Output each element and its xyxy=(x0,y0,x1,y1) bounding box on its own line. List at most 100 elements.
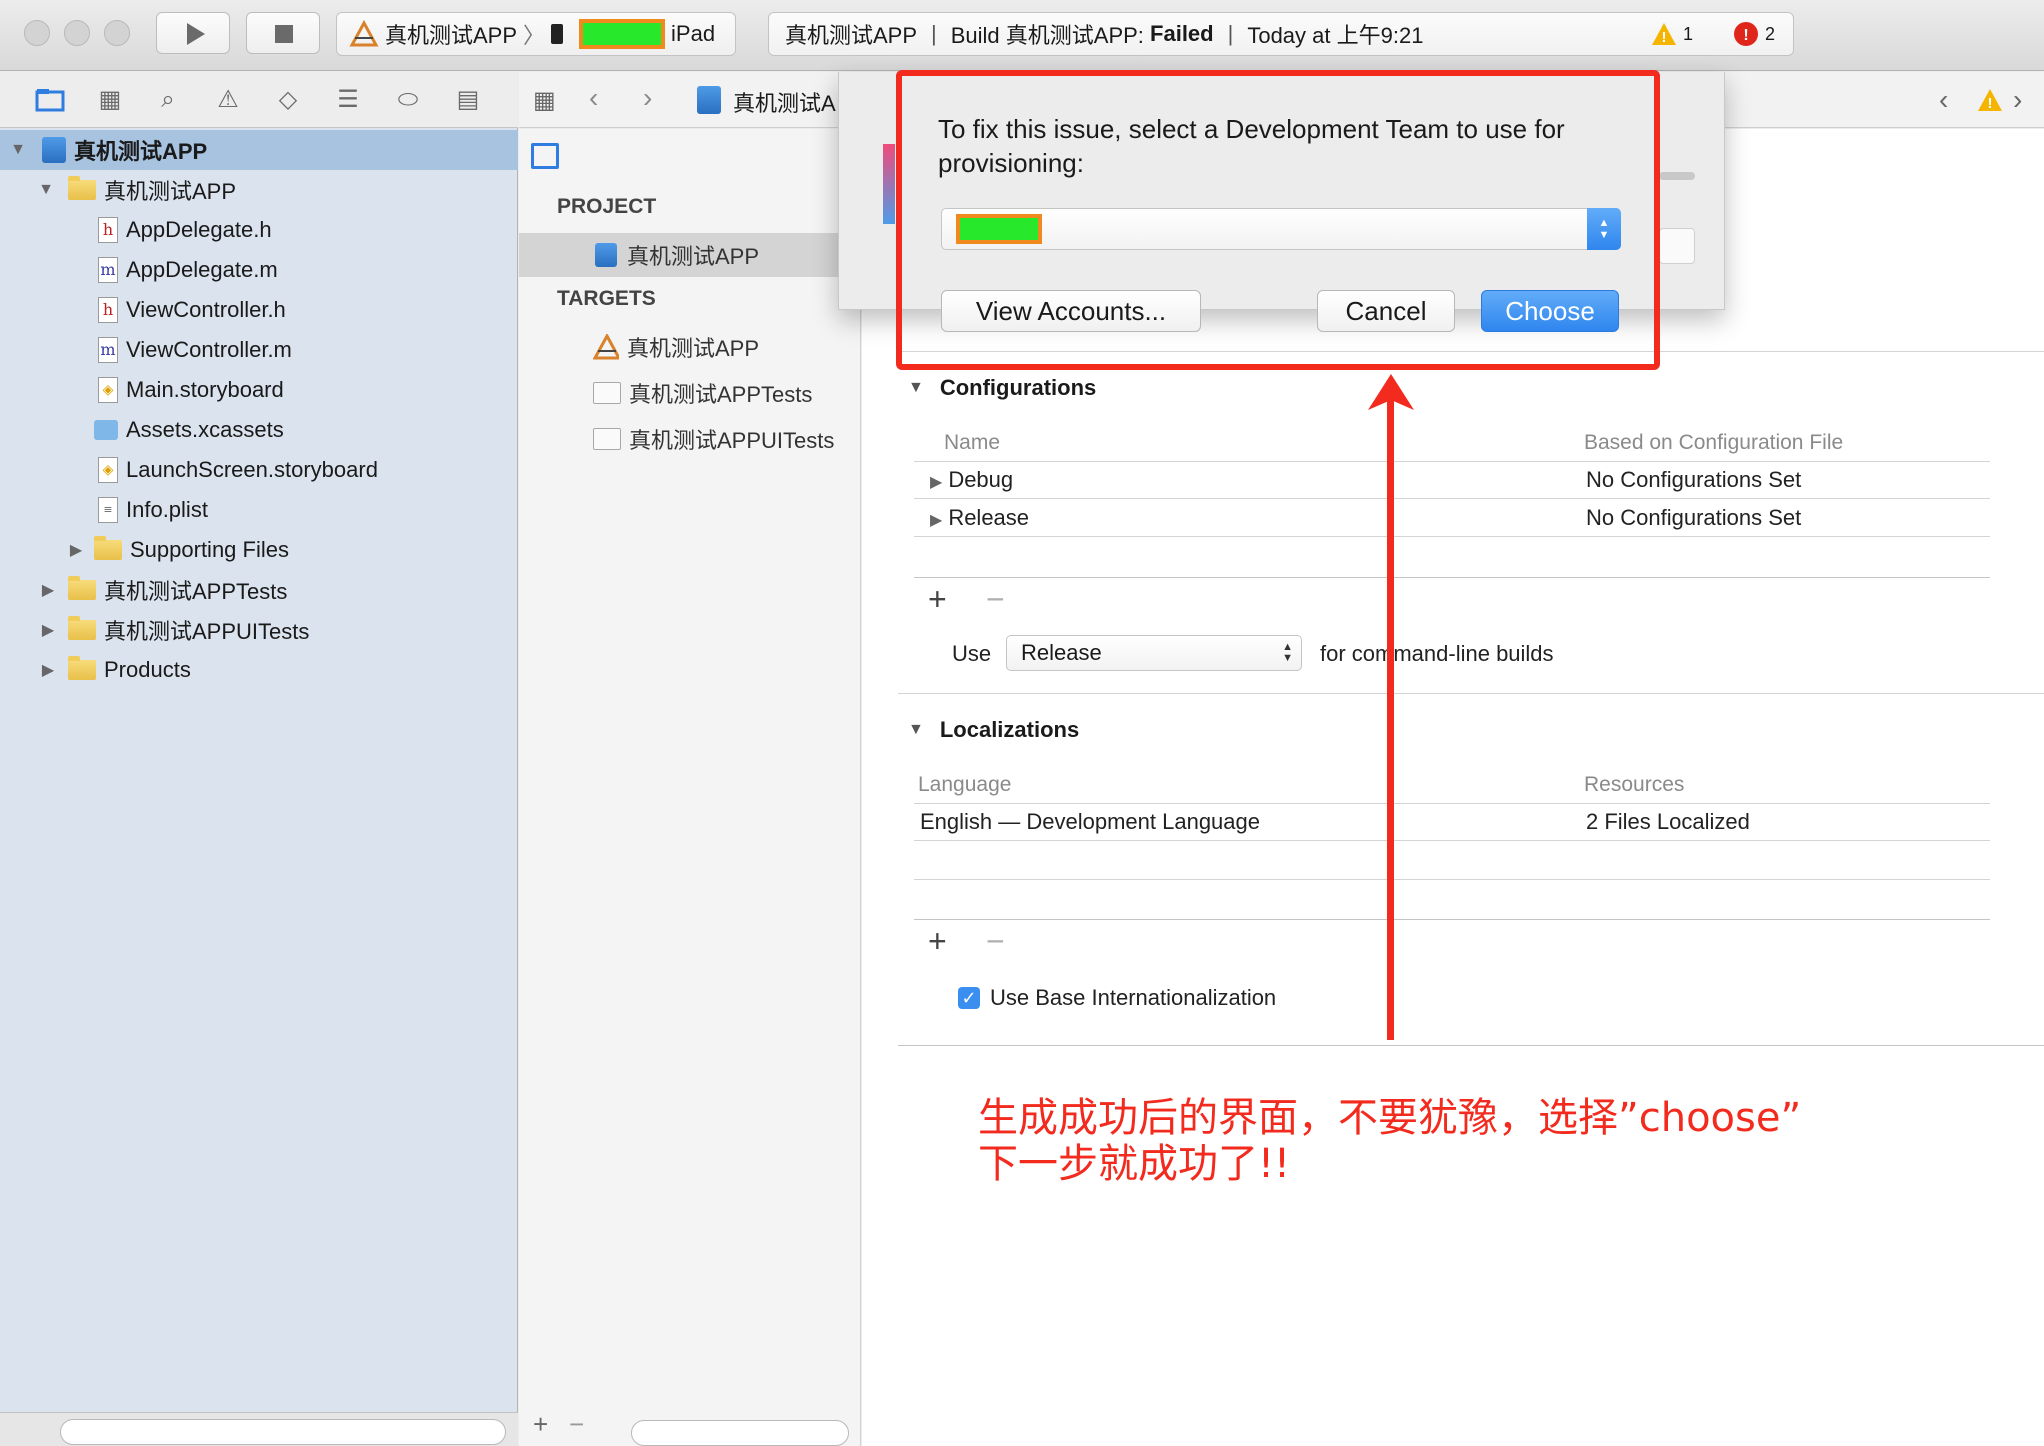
previous-issue-icon[interactable]: ‹ xyxy=(1939,84,1948,116)
tree-row-folder[interactable]: ▼ 真机测试APP xyxy=(0,170,518,210)
tree-row-file[interactable]: m AppDelegate.m xyxy=(0,250,518,290)
column-header-resources: Resources xyxy=(1584,773,1685,796)
error-icon: ! xyxy=(1733,22,1758,46)
forward-arrow-icon[interactable]: › xyxy=(643,82,652,114)
add-configuration-icon[interactable]: + xyxy=(928,581,947,618)
target-item[interactable]: 真机测试APPTests xyxy=(519,371,861,415)
zoom-window-button[interactable] xyxy=(104,20,130,46)
config-row-release[interactable]: ▶ Release xyxy=(930,505,1029,531)
annotation-line-2: 下一步就成功了!! xyxy=(978,1141,1291,1187)
tree-row-file[interactable]: Assets.xcassets xyxy=(0,410,518,450)
back-arrow-icon[interactable]: ‹ xyxy=(589,82,598,114)
debug-navigator-icon[interactable]: ☰ xyxy=(332,86,364,114)
device-icon xyxy=(551,24,564,44)
svg-text:!: ! xyxy=(1661,29,1666,46)
disclosure-down-icon[interactable]: ▼ xyxy=(8,141,28,159)
next-issue-icon[interactable]: › xyxy=(2013,84,2022,116)
test-navigator-icon[interactable]: ◇ xyxy=(272,86,304,114)
project-header: PROJECT xyxy=(557,195,657,218)
divider xyxy=(914,803,1990,804)
tree-row-file[interactable]: ≡ Info.plist xyxy=(0,490,518,530)
scheme-name: 真机测试APP xyxy=(385,23,518,48)
tree-row-folder[interactable]: ▶ 真机测试APPUITests xyxy=(0,610,518,650)
target-item[interactable]: 真机测试APPUITests xyxy=(519,417,861,461)
disclosure-right-icon[interactable]: ▶ xyxy=(38,620,58,640)
remove-configuration-icon[interactable]: − xyxy=(986,581,1005,618)
tree-row-folder[interactable]: ▶ Products xyxy=(0,650,518,690)
command-line-config-select[interactable]: Release ▲ ▼ xyxy=(1006,635,1302,671)
minimize-window-button[interactable] xyxy=(64,20,90,46)
tree-item-label: 真机测试APPUITests xyxy=(104,619,310,644)
redacted-device-owner xyxy=(579,19,666,49)
project-icon xyxy=(697,86,721,114)
report-navigator-icon[interactable]: ▤ xyxy=(452,86,484,114)
warning-icon[interactable]: ! xyxy=(1977,88,2003,117)
tree-item-label: Products xyxy=(104,657,191,682)
project-item[interactable]: 真机测试APP xyxy=(519,233,861,277)
tree-item-label: ViewController.m xyxy=(126,337,292,362)
filter-input[interactable] xyxy=(631,1420,849,1446)
search-icon[interactable]: ⌕ xyxy=(152,86,184,114)
folder-icon xyxy=(68,616,96,640)
disclosure-right-icon[interactable]: ▶ xyxy=(38,660,58,680)
error-indicator[interactable]: ! 2 xyxy=(1733,21,1775,47)
base-internationalization-checkbox[interactable]: ✓ xyxy=(958,987,980,1009)
symbol-navigator-icon[interactable]: ▦ xyxy=(94,86,126,114)
tree-row-folder[interactable]: ▶ 真机测试APPTests xyxy=(0,570,518,610)
disclosure-right-icon[interactable]: ▶ xyxy=(930,474,942,491)
spinner-placeholder xyxy=(1659,172,1695,180)
sidebar-toggle-icon[interactable] xyxy=(531,143,559,169)
add-localization-icon[interactable]: + xyxy=(928,923,947,960)
related-items-icon[interactable]: ▦ xyxy=(533,86,556,115)
config-row-debug[interactable]: ▶ Debug xyxy=(930,467,1013,493)
column-header-language: Language xyxy=(918,773,1012,796)
tree-row-file[interactable]: m ViewController.m xyxy=(0,330,518,370)
divider xyxy=(898,1045,2044,1046)
config-based-on: No Configurations Set xyxy=(1586,467,1802,492)
warning-indicator[interactable]: ! 1 xyxy=(1651,22,1693,46)
breadcrumb[interactable]: 真机测试A xyxy=(733,86,836,118)
issue-navigator-icon[interactable]: ⚠ xyxy=(212,86,244,114)
use-label: Use xyxy=(952,641,992,666)
disclosure-right-icon[interactable]: ▶ xyxy=(38,580,58,600)
remove-localization-icon[interactable]: − xyxy=(986,923,1005,960)
breakpoint-navigator-icon[interactable]: ⬭ xyxy=(392,86,424,114)
tree-row-file[interactable]: h ViewController.h xyxy=(0,290,518,330)
tree-item-label: ViewController.h xyxy=(126,297,286,322)
remove-target-icon[interactable]: − xyxy=(569,1409,584,1440)
app-icon-partial xyxy=(883,144,895,224)
device-name: iPad xyxy=(671,21,716,46)
test-bundle-icon xyxy=(593,428,621,450)
tree-row-file[interactable]: ◈ LaunchScreen.storyboard xyxy=(0,450,518,490)
disclosure-down-icon[interactable]: ▼ xyxy=(908,379,924,397)
play-icon xyxy=(187,23,205,45)
folder-icon xyxy=(68,656,96,680)
folder-icon xyxy=(68,576,96,600)
close-window-button[interactable] xyxy=(24,20,50,46)
tree-row-file[interactable]: h AppDelegate.h xyxy=(0,210,518,250)
tree-item-label: LaunchScreen.storyboard xyxy=(126,457,378,482)
disclosure-right-icon[interactable]: ▶ xyxy=(930,512,942,529)
disclosure-down-icon[interactable]: ▼ xyxy=(908,721,924,739)
disclosure-right-icon[interactable]: ▶ xyxy=(66,540,86,560)
divider xyxy=(914,840,1990,841)
targets-header: TARGETS xyxy=(557,287,656,310)
localizations-section-header[interactable]: ▼ Localizations xyxy=(908,717,1079,743)
tree-row-file[interactable]: ◈ Main.storyboard xyxy=(0,370,518,410)
localization-language[interactable]: English — Development Language xyxy=(920,809,1260,835)
folder-icon[interactable] xyxy=(34,86,66,114)
filter-input[interactable] xyxy=(60,1419,506,1445)
use-suffix: for command-line builds xyxy=(1320,641,1554,666)
project-item-label: 真机测试APP xyxy=(627,244,760,269)
run-button[interactable] xyxy=(156,12,230,54)
localizations-title: Localizations xyxy=(939,717,1080,742)
app-target-icon xyxy=(349,20,379,47)
tree-row-project[interactable]: ▼ 真机测试APP xyxy=(0,130,518,170)
add-target-icon[interactable]: + xyxy=(533,1409,548,1440)
tree-row-folder[interactable]: ▶ Supporting Files xyxy=(0,530,518,570)
scheme-selector[interactable]: 真机测试APP 〉 iPad xyxy=(336,12,736,56)
stop-button[interactable] xyxy=(246,12,320,54)
configurations-section-header[interactable]: ▼ Configurations xyxy=(908,375,1096,401)
disclosure-down-icon[interactable]: ▼ xyxy=(36,181,56,199)
target-item[interactable]: 真机测试APP xyxy=(519,325,861,369)
